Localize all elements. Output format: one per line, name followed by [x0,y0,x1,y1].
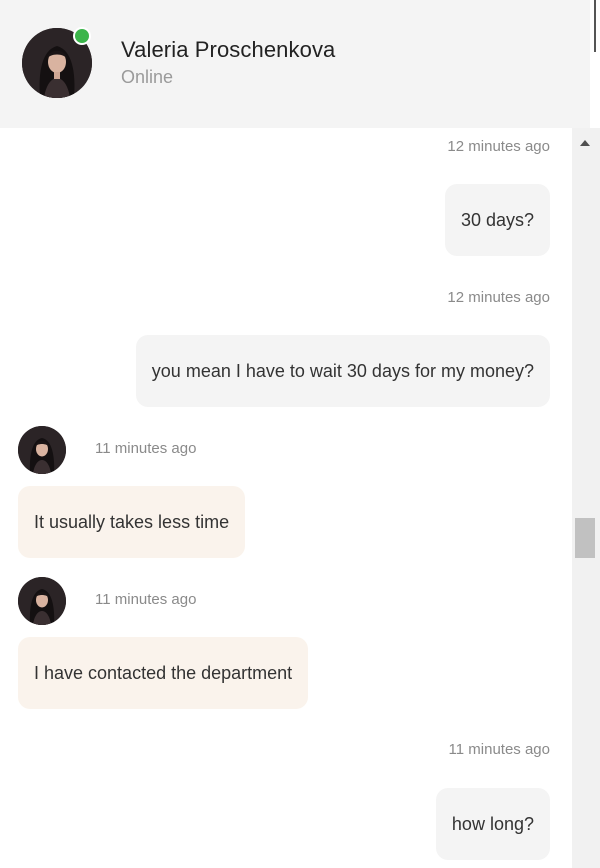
outgoing-message[interactable]: how long? [435,788,550,860]
message-text: how long? [451,814,534,834]
contact-name: Valeria Proschenkova [121,37,336,62]
contact-avatar-small [18,426,66,474]
chat-header: Valeria Proschenkova Online [0,0,590,128]
message-timestamp: 11 minutes ago [95,440,197,457]
message-timestamp: 11 minutes ago [448,741,550,758]
incoming-message[interactable]: It usually takes less time [18,486,246,558]
scrollbar-thumb[interactable] [575,518,595,558]
incoming-message[interactable]: I have contacted the department [18,637,309,709]
avatar-photo-icon [18,577,66,625]
contact-status: Online [121,67,174,87]
window-edge [590,0,600,128]
message-text: I have contacted the department [34,663,293,683]
outgoing-message[interactable]: you mean I have to wait 30 days for my m… [135,335,550,407]
outgoing-message[interactable]: 30 days? [444,184,550,256]
message-timestamp: 12 minutes ago [447,138,550,155]
message-timestamp: 12 minutes ago [447,289,550,306]
message-text: It usually takes less time [34,512,230,532]
message-timestamp: 11 minutes ago [95,591,197,608]
message-list[interactable]: 12 minutes ago 30 days? 12 minutes ago y… [0,128,572,868]
scroll-up-arrow-icon[interactable] [580,140,590,146]
chat-scrollbar[interactable] [572,128,600,868]
contact-avatar-small [18,577,66,625]
online-status-dot [73,27,91,45]
avatar-photo-icon [18,426,66,474]
message-text: you mean I have to wait 30 days for my m… [151,361,534,381]
message-text: 30 days? [460,210,534,230]
